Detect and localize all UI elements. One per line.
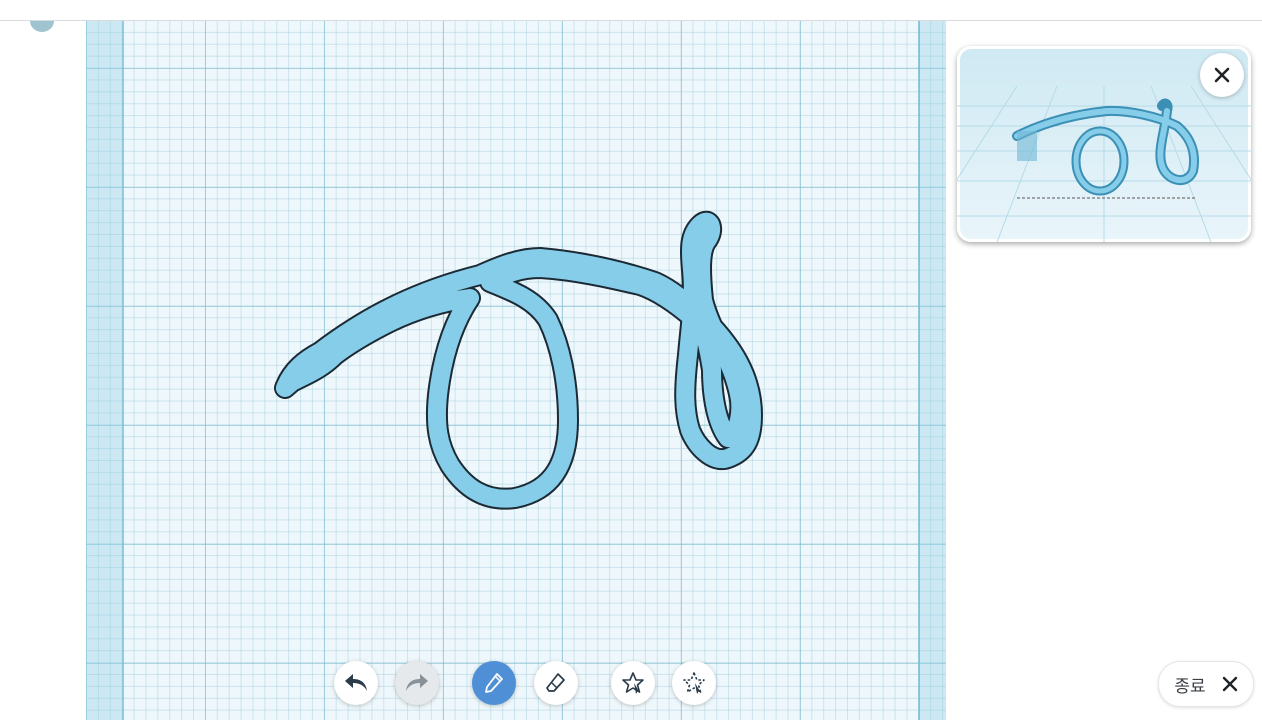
undo-icon	[345, 674, 367, 691]
star-lasso-icon	[622, 672, 644, 694]
undo-button[interactable]	[334, 661, 378, 705]
eraser-tool-button[interactable]	[534, 661, 578, 705]
drawing-canvas[interactable]	[86, 20, 946, 720]
exit-button-label: 종료	[1174, 676, 1206, 696]
exit-button[interactable]: 종료	[1158, 661, 1254, 707]
redo-icon	[406, 674, 428, 691]
pencil-tool-button[interactable]	[472, 661, 516, 705]
redo-button[interactable]	[395, 661, 439, 705]
close-preview-button[interactable]	[1200, 53, 1244, 97]
shape-erase-button[interactable]	[672, 661, 716, 705]
drawn-stroke	[274, 210, 763, 510]
close-icon	[1214, 67, 1230, 83]
top-bar	[0, 0, 1262, 21]
pencil-icon	[485, 673, 503, 693]
star-lasso-dashed-icon	[683, 672, 705, 694]
eraser-icon	[546, 673, 565, 692]
close-icon	[1222, 676, 1237, 692]
shape-select-button[interactable]	[611, 661, 655, 705]
